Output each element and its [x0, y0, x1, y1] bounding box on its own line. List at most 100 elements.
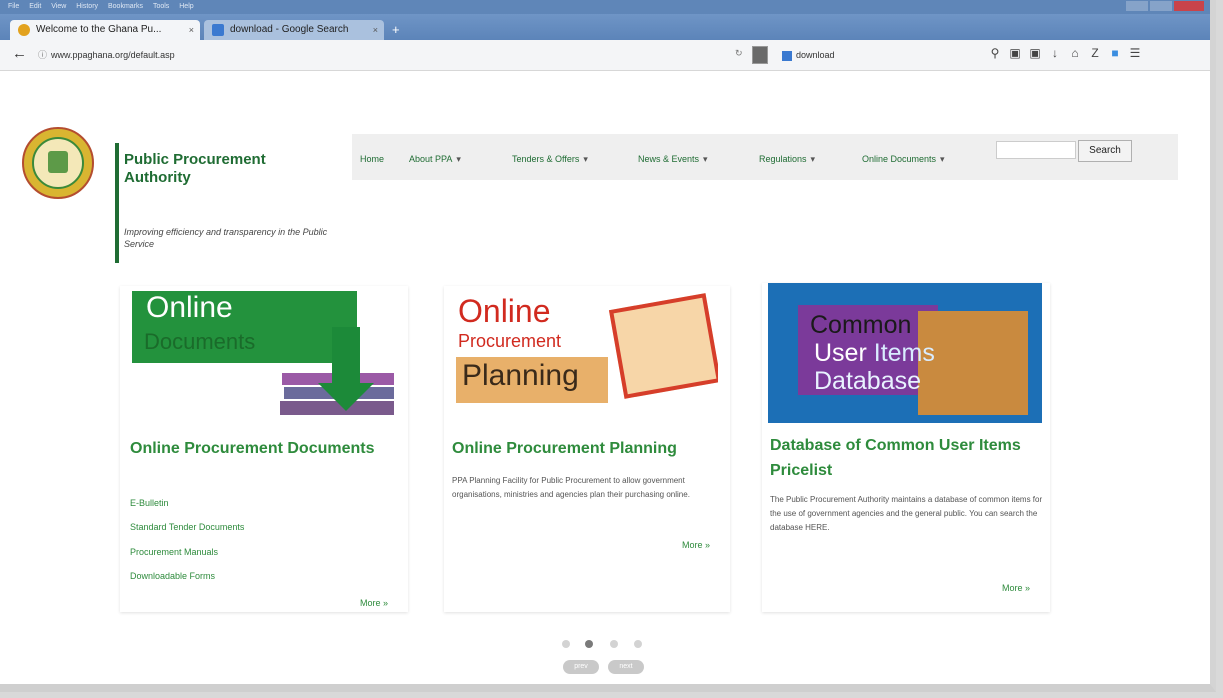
nav-online-documents[interactable]: Online Documents ▾ — [862, 154, 945, 165]
tab-close-icon[interactable]: × — [189, 20, 194, 40]
down-arrow-head — [318, 383, 374, 411]
google-favicon-icon — [212, 24, 224, 36]
logo-emblem — [48, 151, 68, 173]
close-window-button[interactable] — [1174, 1, 1204, 11]
lock-icon[interactable]: ▣ — [1025, 46, 1045, 60]
tab-strip: Welcome to the Ghana Pu... × download - … — [0, 14, 1210, 40]
more-link[interactable]: More » — [1002, 583, 1030, 593]
chevron-down-icon: ▾ — [583, 154, 588, 164]
nav-label: Tenders & Offers — [512, 154, 580, 164]
tab-google-search[interactable]: download - Google Search × — [204, 20, 384, 40]
nav-regulations[interactable]: Regulations ▾ — [759, 154, 815, 165]
reload-icon[interactable]: ↻ — [735, 48, 743, 59]
download-icon[interactable]: ↓ — [1045, 46, 1065, 60]
card-title[interactable]: Online Procurement Documents — [130, 436, 400, 461]
banner-text-line3: Planning — [462, 359, 579, 392]
organization-tagline: Improving efficiency and transparency in… — [124, 227, 328, 249]
browser-search-box[interactable]: download — [782, 46, 982, 64]
menu-edit[interactable]: Edit — [29, 3, 41, 10]
nav-tenders[interactable]: Tenders & Offers ▾ — [512, 154, 588, 165]
down-arrow-icon — [332, 327, 360, 385]
menu-bookmarks[interactable]: Bookmarks — [108, 3, 143, 10]
banner-text-line3: Database — [814, 367, 922, 395]
link-downloadable-forms[interactable]: Downloadable Forms — [130, 571, 215, 581]
banner-text-line2: User Items — [814, 339, 935, 368]
google-search-icon — [782, 50, 792, 61]
web-page: Public Procurement Authority Improving e… — [0, 71, 1210, 684]
procurement-planning-banner[interactable]: Online Procurement Planning — [456, 291, 718, 423]
banner-text-line1: Common — [810, 311, 912, 339]
common-user-items-banner[interactable]: Common User Items Database — [768, 283, 1042, 423]
info-icon: ⓘ — [38, 50, 48, 60]
organization-name[interactable]: Public Procurement Authority — [124, 151, 304, 187]
more-link[interactable]: More » — [682, 540, 710, 550]
carousel-dot-4[interactable] — [634, 640, 642, 648]
navigation-toolbar: ← ⓘ www.ppaghana.org/default.asp ↻ downlo… — [0, 40, 1210, 71]
tab-close-icon[interactable]: × — [373, 20, 378, 40]
browser-window: File Edit View History Bookmarks Tools H… — [0, 0, 1216, 692]
link-procurement-manuals[interactable]: Procurement Manuals — [130, 547, 218, 557]
address-bar[interactable]: ⓘ www.ppaghana.org/default.asp — [38, 46, 738, 64]
logo-inner — [32, 137, 84, 189]
minimize-button[interactable] — [1126, 1, 1148, 11]
tab-ghana-ppa[interactable]: Welcome to the Ghana Pu... × — [10, 20, 200, 40]
card-title[interactable]: Database of Common User Items Pricelist — [770, 433, 1042, 483]
menu-bar: File Edit View History Bookmarks Tools H… — [0, 0, 1210, 14]
url-text: www.ppaghana.org/default.asp — [51, 50, 175, 60]
tab-label: Welcome to the Ghana Pu... — [36, 24, 162, 35]
nav-home[interactable]: Home — [360, 154, 384, 164]
carousel-prev-button[interactable]: prev — [563, 660, 599, 674]
carousel-dot-3[interactable] — [610, 640, 618, 648]
card-common-user-items: Common User Items Database Database of C… — [762, 283, 1050, 612]
nav-label: Home — [360, 154, 385, 164]
banner-word-user: User — [814, 339, 867, 367]
calendar-icon — [608, 293, 718, 399]
carousel-dot-2[interactable] — [585, 640, 593, 648]
site-search-input[interactable] — [996, 141, 1076, 159]
clipboard-icon[interactable]: ▣ — [1005, 46, 1025, 60]
nav-about[interactable]: About PPA ▾ — [409, 154, 461, 165]
new-tab-button[interactable]: + — [392, 22, 400, 37]
menu-icon[interactable]: ☰ — [1125, 46, 1145, 60]
nav-news[interactable]: News & Events ▾ — [638, 154, 708, 165]
site-search-button[interactable]: Search — [1078, 140, 1132, 162]
zotero-icon[interactable]: Z — [1085, 46, 1105, 60]
banner-word-items: Items — [873, 339, 935, 367]
header-divider — [115, 143, 119, 263]
back-arrow-icon[interactable]: ← — [12, 45, 27, 62]
menu-tools[interactable]: Tools — [153, 3, 169, 10]
menu-history[interactable]: History — [76, 3, 98, 10]
nav-label: About PPA — [409, 154, 453, 164]
card-description: The Public Procurement Authority maintai… — [770, 495, 1043, 532]
card-description: PPA Planning Facility for Public Procure… — [452, 476, 690, 499]
menu-view[interactable]: View — [51, 3, 66, 10]
banner-text-line1: Online — [146, 291, 233, 324]
link-standard-tender-documents[interactable]: Standard Tender Documents — [130, 522, 244, 532]
menu-file[interactable]: File — [8, 3, 19, 10]
menu-help[interactable]: Help — [179, 3, 193, 10]
chevron-down-icon: ▾ — [940, 154, 945, 164]
more-link[interactable]: More » — [360, 598, 388, 608]
chevron-down-icon: ▾ — [810, 154, 816, 164]
toolbar-icons: ⚲ ▣ ▣ ↓ ⌂ Z ■ ☰ — [985, 46, 1145, 64]
search-icon[interactable]: ⚲ — [985, 46, 1005, 60]
card-procurement-planning: Online Procurement Planning Online Procu… — [444, 286, 730, 612]
nav-label: Online Documents — [862, 154, 937, 164]
feed-icon[interactable] — [752, 46, 768, 64]
carousel-next-button[interactable]: next — [608, 660, 644, 674]
home-icon[interactable]: ⌂ — [1065, 46, 1085, 60]
nav-label: News & Events — [638, 154, 700, 164]
coat-of-arms-logo[interactable] — [22, 127, 94, 199]
tab-label: download - Google Search — [230, 24, 349, 35]
skype-icon[interactable]: ■ — [1105, 46, 1125, 60]
banner-text-line2: Procurement — [458, 331, 562, 351]
window-controls — [1124, 1, 1204, 13]
chevron-down-icon: ▾ — [456, 154, 461, 164]
online-documents-banner[interactable]: Online Documents — [132, 291, 398, 423]
link-e-bulletin[interactable]: E-Bulletin — [130, 498, 169, 508]
card-online-documents: Online Documents Online Procurement Docu… — [120, 286, 408, 612]
carousel-dot-1[interactable] — [562, 640, 570, 648]
banner-text-line2: Documents — [144, 329, 256, 354]
card-title[interactable]: Online Procurement Planning — [452, 436, 730, 461]
maximize-button[interactable] — [1150, 1, 1172, 11]
